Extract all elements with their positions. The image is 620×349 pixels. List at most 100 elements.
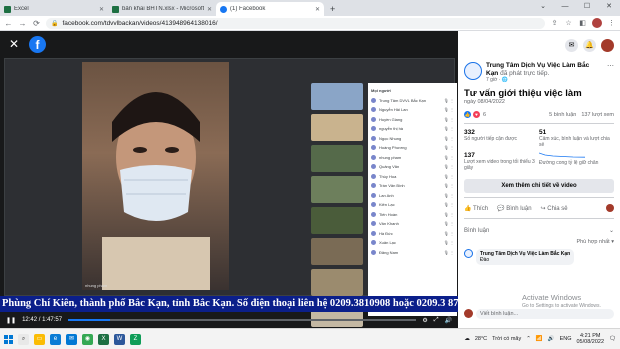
share-icon[interactable]: ⇪: [550, 19, 559, 27]
comment-sort-dropdown[interactable]: Phù hợp nhất ▾: [458, 239, 620, 248]
participant-tile[interactable]: [311, 114, 363, 141]
mic-icon[interactable]: 🎙 ⋮: [444, 98, 454, 103]
close-tab-icon[interactable]: ✕: [99, 6, 104, 13]
weather-temp[interactable]: 28°C: [475, 336, 487, 342]
messenger-icon[interactable]: ✉: [565, 38, 578, 52]
comment-author[interactable]: Trung Tâm Dịch Vụ Việc Làm Bắc Kạn: [480, 251, 570, 257]
mic-icon[interactable]: 🎙 ⋮: [444, 240, 454, 245]
participant-row[interactable]: nguyễn thị hà 🎙 ⋮: [371, 124, 454, 134]
new-tab-button[interactable]: +: [324, 2, 341, 16]
reload-icon[interactable]: ⟳: [32, 19, 41, 28]
chrome-icon[interactable]: ◉: [82, 333, 93, 345]
post-as-avatar[interactable]: [606, 204, 614, 212]
close-icon[interactable]: ✕: [9, 38, 19, 50]
participant-row[interactable]: Thùy Hoa 🎙 ⋮: [371, 172, 454, 182]
participant-row[interactable]: Vân Khanh 🎙 ⋮: [371, 219, 454, 229]
participant-row[interactable]: Huyền Giang 🎙 ⋮: [371, 115, 454, 125]
edge-icon[interactable]: e: [50, 333, 61, 345]
commenter-avatar[interactable]: [464, 249, 473, 258]
participant-tile[interactable]: [311, 83, 363, 110]
comment-button[interactable]: 💬 Bình luận: [497, 205, 532, 212]
notifications-tray-icon[interactable]: 🗨: [609, 336, 616, 342]
pause-icon[interactable]: ❚❚: [6, 317, 16, 324]
participant-row[interactable]: Đăng Nam 🎙 ⋮: [371, 248, 454, 258]
participant-tile[interactable]: [311, 207, 363, 234]
star-icon[interactable]: ☆: [564, 19, 573, 27]
reaction-count[interactable]: 6: [483, 112, 486, 118]
participant-row[interactable]: Lan Anh 🎙 ⋮: [371, 191, 454, 201]
participant-row[interactable]: Hoàng Phương 🎙 ⋮: [371, 143, 454, 153]
maximize-icon[interactable]: ☐: [576, 0, 598, 16]
extensions-icon[interactable]: ◧: [578, 19, 587, 27]
page-logo[interactable]: [464, 62, 482, 80]
mic-icon[interactable]: 🎙 ⋮: [444, 202, 454, 207]
like-button[interactable]: 👍 Thích: [464, 205, 488, 212]
word-taskbar-icon[interactable]: W: [114, 333, 125, 345]
mic-icon[interactable]: 🎙 ⋮: [444, 174, 454, 179]
minimize-icon[interactable]: —: [554, 0, 576, 16]
tab-excel[interactable]: Excel ✕: [0, 2, 108, 16]
mic-icon[interactable]: 🎙 ⋮: [444, 155, 454, 160]
language-indicator[interactable]: ENG: [560, 336, 572, 342]
participant-row[interactable]: Ngọc Nhung 🎙 ⋮: [371, 134, 454, 144]
tab-facebook[interactable]: (1) Facebook ✕: [216, 2, 324, 16]
chevron-down-icon[interactable]: ⌄: [609, 227, 614, 234]
mic-icon[interactable]: 🎙 ⋮: [444, 117, 454, 122]
participant-row[interactable]: Kiên Lạc 🎙 ⋮: [371, 200, 454, 210]
mic-icon[interactable]: 🎙 ⋮: [444, 221, 454, 226]
volume-tray-icon[interactable]: 🔊: [548, 336, 555, 342]
tab-spreadsheet[interactable]: bản khai BHTN.xlsx - Microsoft E ✕: [108, 2, 216, 16]
progress-bar[interactable]: [68, 319, 417, 321]
fullscreen-icon[interactable]: ⤢: [434, 317, 439, 324]
mic-icon[interactable]: 🎙 ⋮: [444, 136, 454, 141]
close-tab-icon[interactable]: ✕: [207, 6, 212, 13]
volume-icon[interactable]: 🔊: [445, 317, 452, 324]
windows-start-icon[interactable]: [4, 334, 13, 344]
profile-avatar[interactable]: [592, 18, 602, 28]
mic-icon[interactable]: 🎙 ⋮: [444, 145, 454, 150]
close-tab-icon[interactable]: ✕: [315, 6, 320, 13]
zalo-icon[interactable]: Z: [130, 333, 141, 345]
video-frame[interactable]: nhung pham Mọi người Trung Tâm DVVL Bắc …: [4, 58, 457, 327]
account-avatar[interactable]: [601, 38, 614, 52]
settings-icon[interactable]: ⚙: [422, 317, 427, 324]
excel-taskbar-icon[interactable]: X: [98, 333, 109, 345]
mic-icon[interactable]: 🎙 ⋮: [444, 183, 454, 188]
mic-icon[interactable]: 🎙 ⋮: [444, 212, 454, 217]
participant-row[interactable]: nhung pham 🎙 ⋮: [371, 153, 454, 163]
participant-tile[interactable]: [311, 145, 363, 172]
clock[interactable]: 4:21 PM 05/08/2022: [576, 333, 604, 346]
share-button[interactable]: ↪ Chia sẻ: [541, 205, 568, 212]
mic-icon[interactable]: 🎙 ⋮: [444, 164, 454, 169]
mic-icon[interactable]: 🎙 ⋮: [444, 231, 454, 236]
dropdown-icon[interactable]: ⌄: [532, 0, 554, 16]
participant-row[interactable]: Nguyễn Hải Lan 🎙 ⋮: [371, 105, 454, 115]
participant-tile[interactable]: [311, 176, 363, 203]
network-icon[interactable]: 📶: [536, 336, 543, 342]
participant-row[interactable]: Trung Tâm DVVL Bắc Kạn 🎙 ⋮: [371, 96, 454, 106]
participant-row[interactable]: Xuân Lạc 🎙 ⋮: [371, 238, 454, 248]
more-options-icon[interactable]: ⋯: [607, 62, 614, 83]
participant-tile[interactable]: [311, 269, 363, 296]
facebook-logo[interactable]: f: [29, 36, 46, 53]
url-bar[interactable]: 🔒 facebook.com/tdvvlbackan/videos/413948…: [46, 17, 545, 29]
mic-icon[interactable]: 🎙 ⋮: [444, 250, 454, 255]
participant-tile[interactable]: [311, 238, 363, 265]
participant-row[interactable]: Hà Đức 🎙 ⋮: [371, 229, 454, 239]
comment-input[interactable]: Viết bình luận...: [476, 308, 614, 319]
participant-row[interactable]: Quảng Văn 🎙 ⋮: [371, 162, 454, 172]
menu-icon[interactable]: ⋮: [607, 19, 616, 27]
mic-icon[interactable]: 🎙 ⋮: [444, 193, 454, 198]
file-explorer-icon[interactable]: ▭: [34, 333, 45, 345]
notifications-icon[interactable]: 🔔: [583, 38, 596, 52]
mail-icon[interactable]: ✉: [66, 333, 77, 345]
back-icon[interactable]: ←: [4, 19, 13, 28]
close-window-icon[interactable]: ✕: [598, 0, 620, 16]
comment-count[interactable]: 5 bình luận: [549, 112, 576, 118]
participant-row[interactable]: Tiến Hoàn 🎙 ⋮: [371, 210, 454, 220]
more-details-button[interactable]: Xem thêm chi tiết về video: [464, 179, 614, 193]
chevron-up-icon[interactable]: ⌃: [526, 336, 531, 342]
mic-icon[interactable]: 🎙 ⋮: [444, 107, 454, 112]
forward-icon[interactable]: →: [18, 19, 27, 28]
weather-icon[interactable]: ☁: [464, 336, 470, 342]
